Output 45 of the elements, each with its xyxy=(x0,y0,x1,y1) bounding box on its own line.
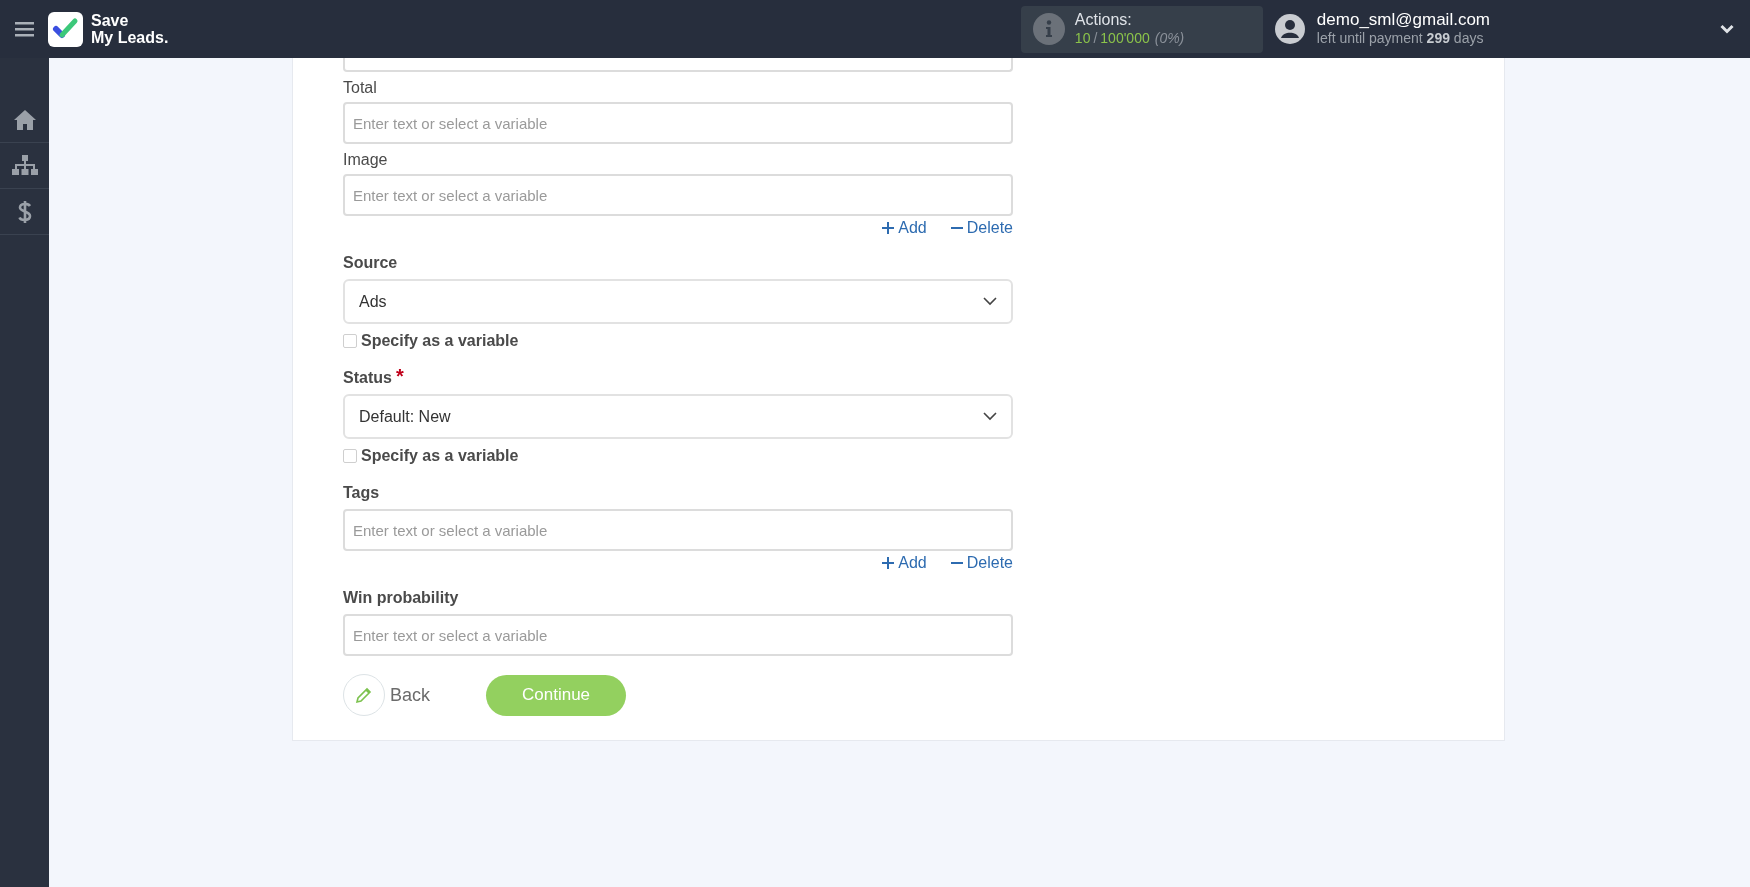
input-field[interactable] xyxy=(343,58,1013,72)
chevron-down-icon[interactable] xyxy=(1720,24,1734,34)
select-field[interactable]: Default: New xyxy=(343,394,1013,439)
input-field[interactable]: Enter text or select a variable xyxy=(343,102,1013,144)
field-label: Total xyxy=(343,78,377,98)
plus-icon xyxy=(882,557,895,569)
dollar-icon[interactable] xyxy=(17,199,32,224)
pencil-icon xyxy=(355,686,373,704)
select-field[interactable]: Ads xyxy=(343,279,1013,324)
back-button[interactable]: Back xyxy=(390,681,431,709)
delete-link[interactable]: Delete xyxy=(950,551,1013,575)
info-icon xyxy=(1032,13,1065,45)
logo-icon[interactable] xyxy=(48,11,83,47)
checkbox-label: Specify as a variable xyxy=(361,446,519,466)
input-field[interactable]: Enter text or select a variable xyxy=(343,509,1013,551)
chevron-down-icon xyxy=(983,412,997,421)
required-mark: * xyxy=(395,367,404,385)
actions-percent: (0%) xyxy=(1154,29,1185,48)
chevron-down-icon xyxy=(983,297,997,306)
add-link[interactable]: Add xyxy=(882,551,927,575)
field-label: Status xyxy=(343,368,392,388)
account-email: demo_sml@gmail.com xyxy=(1316,11,1490,29)
field-label: Source xyxy=(343,253,398,273)
home-icon[interactable] xyxy=(12,108,37,131)
input-field[interactable]: Enter text or select a variable xyxy=(343,614,1013,656)
input-field[interactable]: Enter text or select a variable xyxy=(343,174,1013,216)
checkbox[interactable] xyxy=(343,334,357,348)
logo-text: Save xyxy=(91,12,130,29)
field-label: Tags xyxy=(343,483,380,503)
checkbox[interactable] xyxy=(343,449,357,463)
actions-separator: / xyxy=(1093,29,1098,48)
delete-link[interactable]: Delete xyxy=(950,216,1013,240)
actions-label: Actions: xyxy=(1074,10,1133,29)
payment-info: left until payment 299 days xyxy=(1316,29,1485,47)
checkbox-label: Specify as a variable xyxy=(361,331,519,351)
logo-text: My Leads. xyxy=(91,29,169,46)
add-link[interactable]: Add xyxy=(882,216,927,240)
sitemap-icon[interactable] xyxy=(11,154,38,177)
avatar-icon[interactable] xyxy=(1274,14,1305,44)
actions-limit: 100'000 xyxy=(1100,29,1150,48)
field-label: Image xyxy=(343,150,388,170)
field-label: Win probability xyxy=(343,588,459,608)
plus-icon xyxy=(882,222,895,234)
actions-used: 10 xyxy=(1074,29,1091,48)
menu-icon[interactable] xyxy=(15,21,34,37)
